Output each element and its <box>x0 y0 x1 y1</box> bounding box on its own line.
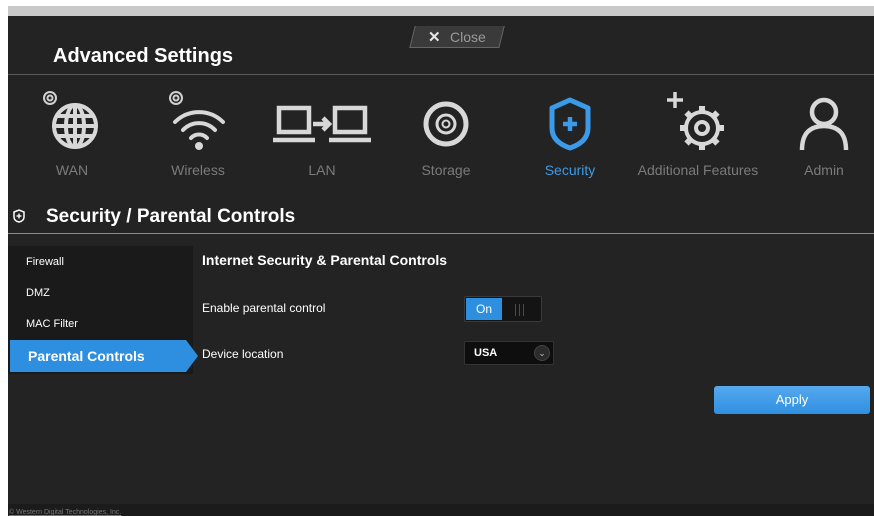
sidebar-item-mac-filter[interactable]: MAC Filter <box>26 318 78 330</box>
nav-label-additional-features: Additional Features <box>637 162 759 178</box>
chevron-down-icon: ⌄ <box>534 345 550 361</box>
close-icon: ✕ <box>427 28 441 46</box>
nav-label-storage: Storage <box>421 162 471 178</box>
shield-icon <box>13 209 25 223</box>
sidebar-item-label: Parental Controls <box>28 348 145 364</box>
page-title: Advanced Settings <box>53 45 234 67</box>
nav-item-storage[interactable]: Storage <box>382 76 510 194</box>
nav-label-admin: Admin <box>804 162 844 178</box>
nav-item-admin[interactable]: Admin <box>760 76 874 194</box>
apply-button[interactable]: Apply <box>714 386 870 414</box>
section-header: Security / Parental Controls <box>8 203 874 231</box>
sidebar-item-firewall[interactable]: Firewall <box>26 256 64 268</box>
nav-item-lan[interactable]: LAN <box>258 76 386 194</box>
user-icon <box>799 97 849 151</box>
settings-window: ✕ Close Advanced Settings WAN Wireless L… <box>8 6 874 516</box>
sidebar-item-dmz[interactable]: DMZ <box>26 287 50 299</box>
nav-label-lan: LAN <box>308 162 336 178</box>
footer: © Western Digital Technologies, Inc. <box>8 504 874 516</box>
nav-label-wireless: Wireless <box>171 162 225 178</box>
toggle-grip-icon <box>515 303 527 316</box>
copyright-link[interactable]: © Western Digital Technologies, Inc. <box>9 509 121 516</box>
section-title: Security / Parental Controls <box>46 206 296 227</box>
close-label: Close <box>450 28 487 45</box>
nav-label-security: Security <box>544 162 596 178</box>
lan-transfer-icon <box>273 105 371 143</box>
globe-gear-icon <box>43 91 98 149</box>
nav-item-additional-features[interactable]: Additional Features <box>634 76 762 194</box>
nav-item-wan[interactable]: WAN <box>8 76 136 194</box>
close-button[interactable]: ✕ Close <box>409 26 505 48</box>
wifi-gear-icon <box>169 91 225 150</box>
nav-label-wan: WAN <box>55 162 89 178</box>
security-shield-icon <box>549 97 591 151</box>
device-location-label: Device location <box>202 347 284 361</box>
content-title: Internet Security & Parental Controls <box>202 252 448 268</box>
settings-panel: ✕ Close Advanced Settings WAN Wireless L… <box>8 16 874 516</box>
gear-plus-icon <box>667 92 724 150</box>
storage-disk-icon <box>423 101 469 147</box>
header-divider <box>8 74 874 75</box>
nav-item-security[interactable]: Security <box>506 76 634 194</box>
device-location-select[interactable]: USA ⌄ <box>464 341 554 365</box>
toggle-on-label: On <box>466 298 502 320</box>
main-nav: WAN Wireless LAN Storage Security Additi… <box>8 76 874 194</box>
section-divider <box>8 233 874 234</box>
device-location-value: USA <box>474 347 498 359</box>
sidebar-item-parental-controls[interactable]: Parental Controls <box>10 340 198 372</box>
enable-parental-control-label: Enable parental control <box>202 301 326 315</box>
nav-item-wireless[interactable]: Wireless <box>134 76 262 194</box>
parental-control-toggle[interactable]: On <box>464 296 542 322</box>
